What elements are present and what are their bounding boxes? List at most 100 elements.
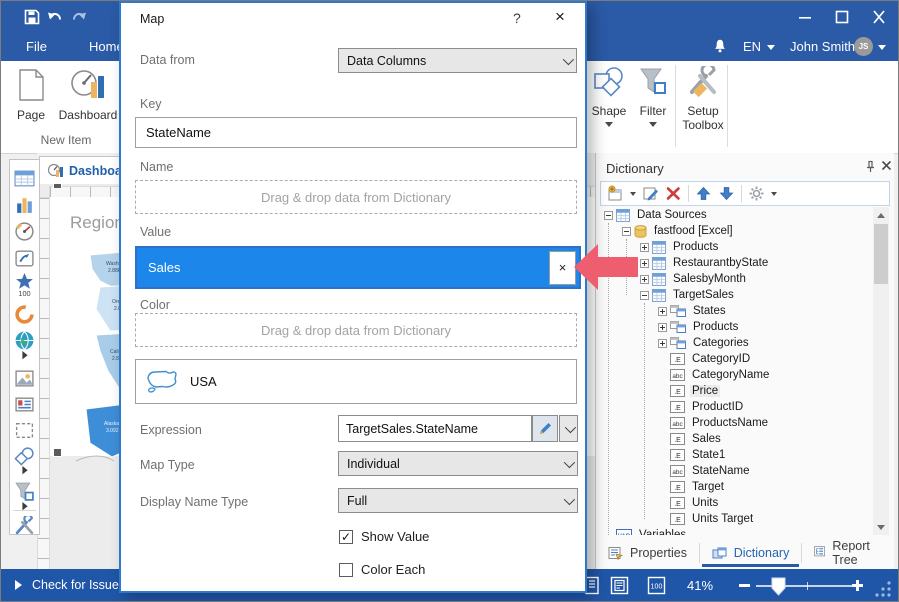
zoom-slider-thumb[interactable] xyxy=(771,577,786,596)
map-type-select[interactable]: Individual xyxy=(338,451,578,476)
scroll-down-button[interactable] xyxy=(873,519,889,535)
redo-icon[interactable] xyxy=(70,8,88,26)
tree-node-categories[interactable]: Categories xyxy=(600,335,876,351)
check-for-issues[interactable]: Check for Issues xyxy=(15,578,125,592)
tree-node-states[interactable]: States xyxy=(600,303,876,319)
caret-down-icon[interactable] xyxy=(878,45,886,50)
show-value-checkbox[interactable]: ✓ xyxy=(339,530,353,544)
collapse-icon[interactable] xyxy=(604,211,613,220)
up-icon[interactable] xyxy=(695,185,712,202)
window-close-icon[interactable] xyxy=(870,9,888,25)
tab-file[interactable]: File xyxy=(26,39,47,54)
tree-node-sales[interactable]: .ESales xyxy=(600,431,876,447)
expand-icon[interactable] xyxy=(640,243,649,252)
image-icon[interactable] xyxy=(14,368,35,389)
selection-handle[interactable] xyxy=(53,184,62,189)
setup-toolbox-button[interactable]: Setup Toolbox xyxy=(681,66,725,132)
scroll-up-button[interactable] xyxy=(873,207,889,223)
caret-down-icon[interactable] xyxy=(767,45,775,50)
collapse-icon[interactable] xyxy=(640,291,649,300)
tree-node-statename[interactable]: abcStateName xyxy=(600,463,876,479)
gauge-icon[interactable] xyxy=(14,221,35,242)
tree-node-productsname[interactable]: abcProductsName xyxy=(600,415,876,431)
save-icon[interactable] xyxy=(23,8,41,26)
color-each-checkbox[interactable] xyxy=(339,563,353,577)
new-datasource-icon[interactable] xyxy=(607,185,624,202)
tree-node-state1[interactable]: .EState1 xyxy=(600,447,876,463)
resize-grip-icon[interactable] xyxy=(873,579,893,599)
tab-report-tree[interactable]: Report Tree xyxy=(802,537,894,569)
tree-node-products[interactable]: Products xyxy=(600,239,876,255)
tree-scrollbar[interactable] xyxy=(873,207,889,535)
collapse-icon[interactable] xyxy=(622,227,631,236)
value-clear-icon[interactable]: × xyxy=(549,251,576,285)
map-selector[interactable]: USA xyxy=(135,359,577,404)
value-field[interactable]: Sales × xyxy=(135,246,581,289)
tree-node-units[interactable]: .EUnits xyxy=(600,495,876,511)
delete-icon[interactable] xyxy=(665,185,682,202)
shape-button[interactable]: Shape xyxy=(589,66,629,127)
down-icon[interactable] xyxy=(718,185,735,202)
star100-icon[interactable]: 100 xyxy=(14,274,35,295)
card-icon[interactable] xyxy=(14,394,35,415)
minimize-icon[interactable] xyxy=(796,9,814,25)
view-layout-icon[interactable] xyxy=(609,575,630,596)
expression-edit-button[interactable] xyxy=(532,415,558,442)
expand-icon[interactable] xyxy=(658,339,667,348)
more-icon[interactable] xyxy=(14,351,35,360)
tree-node-fastfood-excel-[interactable]: fastfood [Excel] xyxy=(600,223,876,239)
view-100-icon[interactable]: 100 xyxy=(646,575,667,596)
tree-node-units-target[interactable]: .EUnits Target xyxy=(600,511,876,527)
tree-node-categoryid[interactable]: .ECategoryID xyxy=(600,351,876,367)
toolbox-small-icon[interactable] xyxy=(14,516,35,537)
chart-icon[interactable] xyxy=(14,194,35,215)
key-input[interactable]: StateName xyxy=(135,117,577,148)
color-each-option[interactable]: Color Each xyxy=(339,562,425,577)
tree-node-restaurantbystate[interactable]: RestaurantbyState xyxy=(600,255,876,271)
tree-node-targetsales[interactable]: TargetSales xyxy=(600,287,876,303)
maximize-icon[interactable] xyxy=(833,9,851,25)
expand-icon[interactable] xyxy=(658,323,667,332)
zoom-out-button[interactable] xyxy=(739,584,750,587)
tree-node-products[interactable]: Products xyxy=(600,319,876,335)
tree-node-categoryname[interactable]: abcCategoryName xyxy=(600,367,876,383)
tree-node-price[interactable]: .EPrice xyxy=(600,383,876,399)
dialog-help-icon[interactable]: ? xyxy=(513,10,521,26)
bell-icon[interactable] xyxy=(712,38,728,54)
tab-properties[interactable]: Properties xyxy=(596,537,699,569)
dashboard-button[interactable]: Dashboard xyxy=(57,68,119,122)
dialog-close-icon[interactable]: × xyxy=(555,7,565,27)
undo-icon[interactable] xyxy=(46,8,64,26)
table-icon[interactable] xyxy=(14,168,35,189)
scrollbar-thumb[interactable] xyxy=(874,224,888,284)
globe-icon[interactable] xyxy=(14,330,35,351)
color-dropzone[interactable]: Drag & drop data from Dictionary xyxy=(135,313,577,347)
tab-dictionary[interactable]: Dictionary xyxy=(700,537,802,569)
expand-icon[interactable] xyxy=(640,275,649,284)
name-dropzone[interactable]: Drag & drop data from Dictionary xyxy=(135,180,577,214)
tree-node-salesbymonth[interactable]: SalesbyMonth xyxy=(600,271,876,287)
expression-dropdown-button[interactable] xyxy=(559,415,578,442)
pin-icon[interactable] xyxy=(864,160,877,173)
tree-node-variables[interactable]: VARVariables xyxy=(600,527,876,535)
more-icon[interactable] xyxy=(14,466,35,475)
filter-small-icon[interactable] xyxy=(14,482,35,503)
tree-node-target[interactable]: .ETarget xyxy=(600,479,876,495)
display-name-type-select[interactable]: Full xyxy=(338,488,578,513)
edit-icon[interactable] xyxy=(642,185,659,202)
expand-icon[interactable] xyxy=(640,259,649,268)
expression-input[interactable]: TargetSales.StateName xyxy=(338,415,532,442)
tree-node-productid[interactable]: .EProductID xyxy=(600,399,876,415)
language-selector[interactable]: EN xyxy=(743,39,761,54)
show-value-option[interactable]: ✓ Show Value xyxy=(339,529,429,544)
shapes-small-icon[interactable] xyxy=(14,446,35,467)
caret-down-icon[interactable] xyxy=(771,192,777,196)
indicator-icon[interactable] xyxy=(14,248,35,269)
tree-node-data-sources[interactable]: Data Sources xyxy=(600,207,876,223)
avatar[interactable]: JS xyxy=(854,37,873,56)
caret-down-icon[interactable] xyxy=(630,192,636,196)
expand-icon[interactable] xyxy=(658,307,667,316)
selection-handle[interactable] xyxy=(53,448,62,457)
data-from-select[interactable]: Data Columns xyxy=(338,48,577,73)
user-name[interactable]: John Smith xyxy=(790,39,855,54)
